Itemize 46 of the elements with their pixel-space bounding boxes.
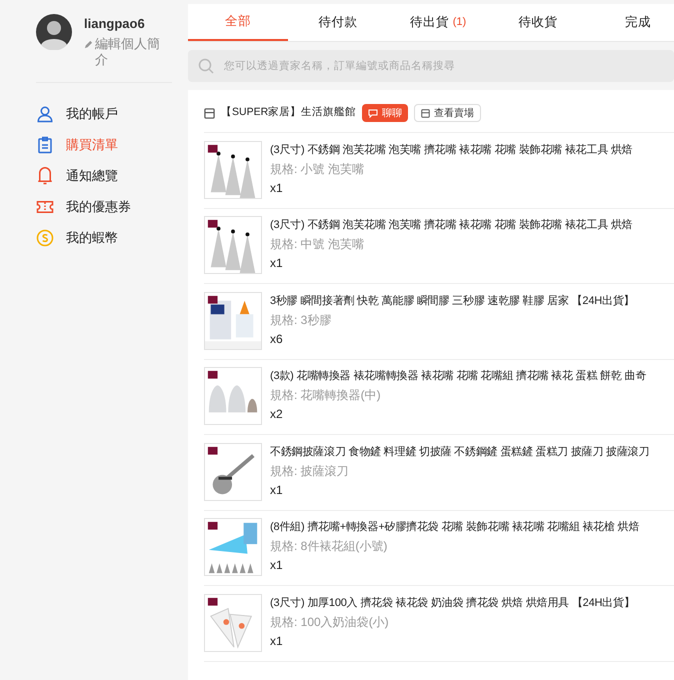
avatar bbox=[36, 14, 72, 50]
pencil-icon bbox=[84, 40, 93, 48]
product-quantity: x2 bbox=[270, 406, 284, 423]
product-title: (8件組) 擠花嘴+轉換器+矽膠擠花袋 花嘴 裝飾花嘴 裱花嘴 花嘴組 裱花槍 烘焙 bbox=[270, 520, 640, 535]
product-quantity: x1 bbox=[270, 255, 284, 272]
tab[interactable]: 待收貨 bbox=[488, 4, 588, 41]
ticket-icon bbox=[36, 198, 54, 216]
product-quantity: x6 bbox=[270, 330, 284, 348]
product-quantity: x1 bbox=[270, 632, 284, 650]
bell-icon bbox=[36, 167, 54, 185]
product-variation: 規格: 100入奶油袋(小) bbox=[270, 614, 390, 630]
chat-button[interactable]: 聊聊 bbox=[362, 104, 408, 122]
product-variation: 規格: 披薩滾刀 bbox=[270, 462, 350, 480]
product-title: (3尺寸) 加厚100入 擠花袋 裱花袋 奶油袋 擠花袋 烘焙 烘焙用具 【24H出貨】 bbox=[270, 596, 635, 610]
product-title: 3秒膠 瞬間接著劑 快乾 萬能膠 瞬間膠 三秒膠 速乾膠 鞋膠 居家 【24H出貨】 bbox=[270, 294, 634, 308]
person-icon bbox=[36, 105, 54, 123]
tab[interactable]: 完成 bbox=[588, 4, 674, 41]
sidebar-item[interactable]: 通知總覽 bbox=[36, 164, 172, 188]
chat-icon bbox=[368, 108, 378, 118]
product-title: (3款) 花嘴轉換器 裱花嘴轉換器 裱花嘴 花嘴 花嘴組 擠花嘴 裱花 蛋糕 餅乾 曲奇 bbox=[270, 368, 646, 384]
product-quantity: x1 bbox=[270, 482, 284, 498]
product-title: (3尺寸) 不銹鋼 泡芙花嘴 泡芙嘴 擠花嘴 裱花嘴 花嘴 裝飾花嘴 裱花工具 烘焙 bbox=[270, 142, 633, 158]
sidebar-item[interactable]: 我的帳戶 bbox=[36, 102, 172, 126]
product-quantity: x1 bbox=[270, 557, 284, 574]
tab[interactable]: 全部 bbox=[188, 4, 288, 41]
product-variation: 規格: 花嘴轉換器(中) bbox=[270, 387, 382, 404]
shop-icon bbox=[204, 108, 215, 118]
shop-name: 【SUPER家居】生活旗艦館 bbox=[221, 105, 356, 120]
product-title: (3尺寸) 不銹鋼 泡芙花嘴 泡芙嘴 擠花嘴 裱花嘴 花嘴 裝飾花嘴 裱花工具 烘焙 bbox=[270, 218, 633, 233]
product-title: 不銹鋼披薩滾刀 食物鏟 料理鏟 切披薩 不銹鋼鏟 蛋糕鏟 蛋糕刀 披薩刀 披薩滾刀 bbox=[270, 444, 650, 460]
product-variation: 規格: 小號 泡芙嘴 bbox=[270, 160, 366, 178]
tab[interactable]: 待出貨 (1) bbox=[388, 4, 488, 41]
product-variation: 規格: 3秒膠 bbox=[270, 312, 332, 328]
sidebar-item[interactable]: 我的蝦幣 bbox=[36, 226, 172, 250]
product-variation: 規格: 中號 泡芙嘴 bbox=[270, 236, 366, 253]
view-shop-button[interactable]: 查看賣場 bbox=[414, 104, 482, 122]
shop-icon bbox=[421, 108, 430, 118]
sidebar-item[interactable]: 我的優惠券 bbox=[36, 196, 172, 218]
tab[interactable]: 待付款 bbox=[288, 4, 388, 41]
username: liangpao6 bbox=[84, 15, 146, 33]
search-field[interactable]: 您可以透過賣家名稱，訂單編號或商品名稱搜尋 bbox=[188, 50, 674, 82]
coin-icon bbox=[36, 229, 54, 247]
product-quantity: x1 bbox=[270, 180, 284, 196]
clipboard-icon bbox=[36, 136, 54, 154]
product-variation: 規格: 8件裱花組(小號) bbox=[270, 538, 388, 555]
search-icon bbox=[198, 58, 214, 74]
